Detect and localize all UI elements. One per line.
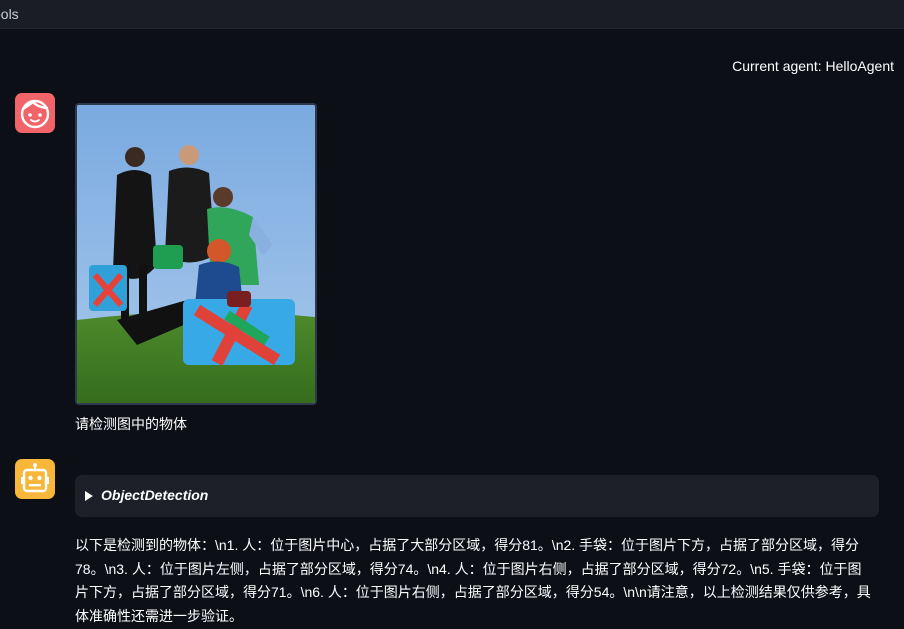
user-avatar <box>15 93 55 133</box>
face-icon <box>20 99 50 129</box>
uploaded-image <box>75 103 317 405</box>
triangle-right-icon[interactable] <box>85 491 93 501</box>
window-title: ools <box>0 6 19 22</box>
robot-icon <box>21 463 49 493</box>
current-agent-label: Current agent: HelloAgent <box>732 58 894 74</box>
user-message-text: 请检测图中的物体 <box>75 416 187 432</box>
assistant-message-text: 以下是检测到的物体：\n1. 人：位于图片中心，占据了大部分区域，得分81。\n… <box>75 537 871 624</box>
assistant-avatar <box>15 459 55 499</box>
tool-call-name: ObjectDetection <box>101 487 209 503</box>
top-bar: ools <box>0 0 904 29</box>
tool-call-toggle[interactable]: ObjectDetection <box>75 475 879 517</box>
